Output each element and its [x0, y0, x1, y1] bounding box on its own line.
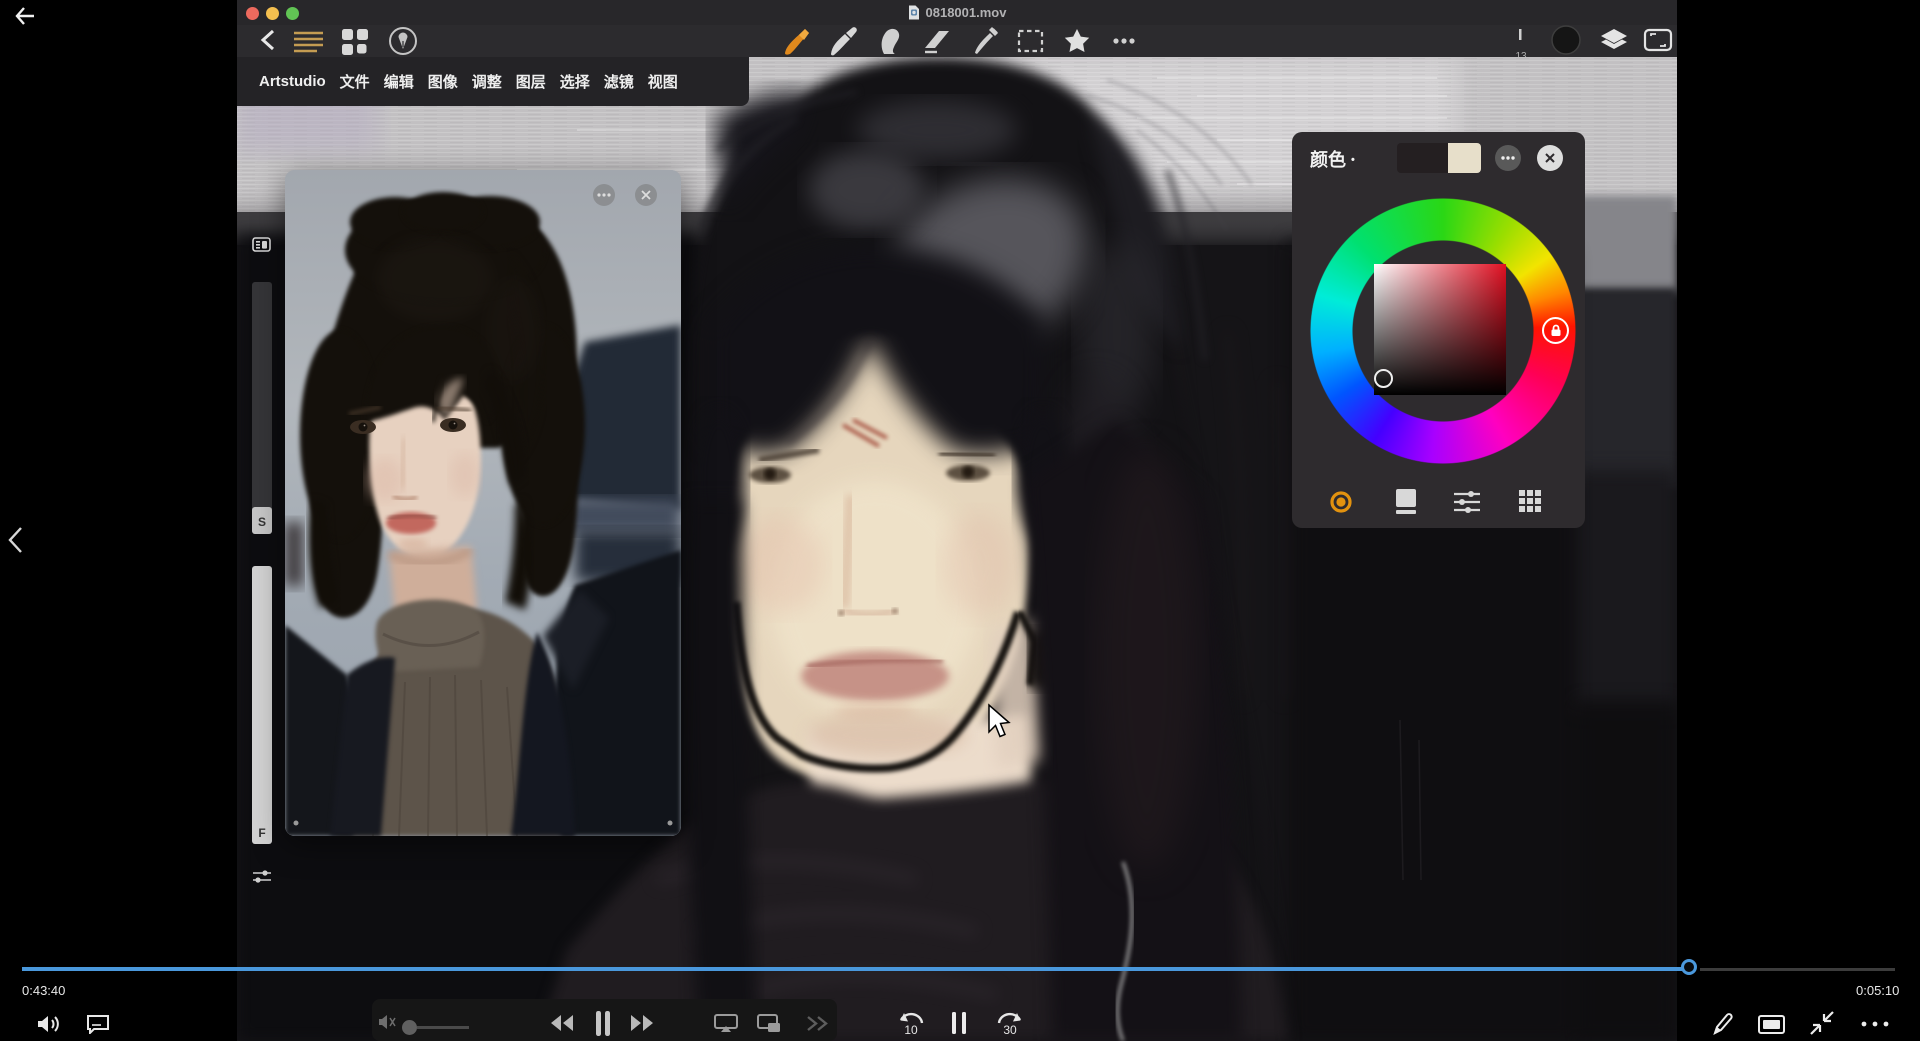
svg-text:10: 10 — [904, 1023, 918, 1037]
svg-text:F: F — [258, 826, 265, 840]
svg-text:30: 30 — [1003, 1023, 1017, 1037]
svg-text:13: 13 — [1515, 51, 1527, 57]
svg-text:S: S — [258, 515, 266, 529]
